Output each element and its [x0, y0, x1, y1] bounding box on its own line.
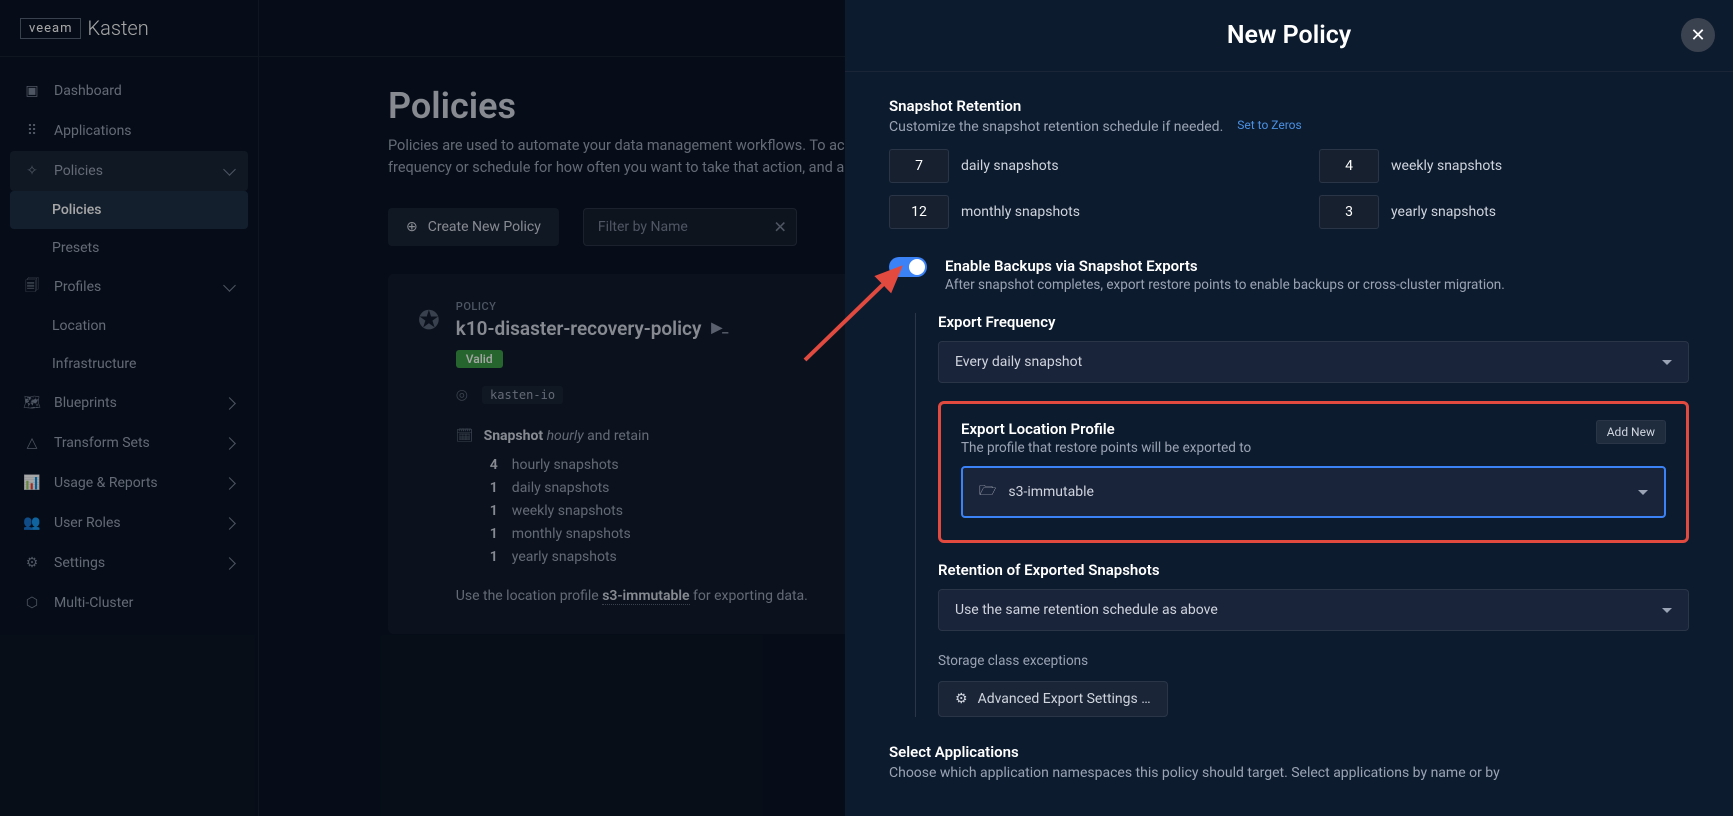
folder-icon: 🗁: [979, 480, 996, 504]
profiles-icon: 🗐: [22, 277, 42, 297]
export-frequency-label: Export Frequency: [938, 313, 1689, 331]
blueprints-icon: 🗺: [22, 393, 42, 413]
sidebar-sub-presets[interactable]: Presets: [10, 229, 248, 267]
terminal-icon[interactable]: ▶_: [711, 320, 728, 336]
select-applications-title: Select Applications: [889, 743, 1689, 761]
chevron-down-icon: [1638, 490, 1648, 495]
plus-icon: ⊕: [406, 219, 418, 235]
target-icon: ◎: [456, 387, 468, 403]
calendar-icon: 🗓: [456, 428, 474, 444]
veeam-word: veeam: [20, 18, 81, 39]
sidebar-sub-location[interactable]: Location: [10, 307, 248, 345]
sidebar-item-usage[interactable]: 📊Usage & Reports: [10, 463, 248, 503]
sidebar-item-userroles[interactable]: 👥User Roles: [10, 503, 248, 543]
enable-backups-toggle[interactable]: [889, 257, 927, 277]
transform-icon: △: [22, 433, 42, 453]
set-to-zeros-link[interactable]: Set to Zeros: [1237, 118, 1301, 132]
create-policy-button[interactable]: ⊕ Create New Policy: [388, 208, 559, 246]
retention-exported-label: Retention of Exported Snapshots: [938, 561, 1689, 579]
sidebar-item-multicluster[interactable]: ⬡Multi-Cluster: [10, 583, 248, 623]
sidebar-item-settings[interactable]: ⚙Settings: [10, 543, 248, 583]
export-location-select[interactable]: 🗁s3-immutable: [961, 466, 1666, 518]
weekly-snapshots-input[interactable]: [1319, 149, 1379, 183]
ribbon-icon: ✪: [418, 306, 440, 336]
chevron-down-icon: [1662, 608, 1672, 613]
retention-exported-select[interactable]: Use the same retention schedule as above: [938, 589, 1689, 631]
apps-icon: ⠿: [22, 121, 42, 141]
status-badge: Valid: [456, 350, 503, 368]
sidebar-item-transformsets[interactable]: △Transform Sets: [10, 423, 248, 463]
export-location-label: Export Location Profile: [961, 420, 1666, 438]
export-location-highlight: Add New Export Location Profile The prof…: [938, 401, 1689, 543]
snapshot-retention-title: Snapshot Retention: [889, 97, 1021, 115]
sidebar-item-blueprints[interactable]: 🗺Blueprints: [10, 383, 248, 423]
new-policy-panel: New Policy ✕ Snapshot Retention Customiz…: [845, 0, 1733, 816]
multicluster-icon: ⬡: [22, 593, 42, 613]
sidebar: ▣Dashboard ⠿Applications ✧Policies Polic…: [0, 57, 258, 637]
export-frequency-select[interactable]: Every daily snapshot: [938, 341, 1689, 383]
kasten-word: Kasten: [87, 16, 148, 40]
enable-backups-title: Enable Backups via Snapshot Exports: [945, 257, 1505, 275]
clear-filter-icon[interactable]: ✕: [773, 217, 786, 236]
storage-class-exceptions: Storage class exceptions: [938, 653, 1689, 669]
monthly-snapshots-input[interactable]: [889, 195, 949, 229]
dashboard-icon: ▣: [22, 81, 42, 101]
export-location-sub: The profile that restore points will be …: [961, 440, 1666, 456]
gear-icon: ⚙: [955, 691, 968, 707]
panel-title: New Policy: [1227, 21, 1351, 50]
filter-input[interactable]: [583, 208, 797, 246]
sidebar-item-profiles[interactable]: 🗐Profiles: [10, 267, 248, 307]
chevron-down-icon: [1662, 360, 1672, 365]
advanced-export-settings-button[interactable]: ⚙Advanced Export Settings …: [938, 681, 1168, 717]
sidebar-item-applications[interactable]: ⠿Applications: [10, 111, 248, 151]
snapshot-retention-sub: Customize the snapshot retention schedul…: [889, 119, 1223, 135]
close-button[interactable]: ✕: [1681, 18, 1715, 52]
brand-logo: veeam Kasten: [20, 16, 149, 40]
add-new-profile-button[interactable]: Add New: [1596, 420, 1666, 444]
daily-snapshots-input[interactable]: [889, 149, 949, 183]
sidebar-item-policies[interactable]: ✧Policies: [10, 151, 248, 191]
gear-icon: ⚙: [22, 553, 42, 573]
roles-icon: 👥: [22, 513, 42, 533]
sidebar-sub-infrastructure[interactable]: Infrastructure: [10, 345, 248, 383]
select-applications-sub: Choose which application namespaces this…: [889, 765, 1689, 781]
sidebar-item-dashboard[interactable]: ▣Dashboard: [10, 71, 248, 111]
sidebar-sub-policies[interactable]: Policies: [10, 191, 248, 229]
enable-backups-sub: After snapshot completes, export restore…: [945, 277, 1505, 293]
yearly-snapshots-input[interactable]: [1319, 195, 1379, 229]
namespace-tag: kasten-io: [482, 386, 563, 404]
usage-icon: 📊: [22, 473, 42, 493]
policies-icon: ✧: [22, 161, 42, 181]
